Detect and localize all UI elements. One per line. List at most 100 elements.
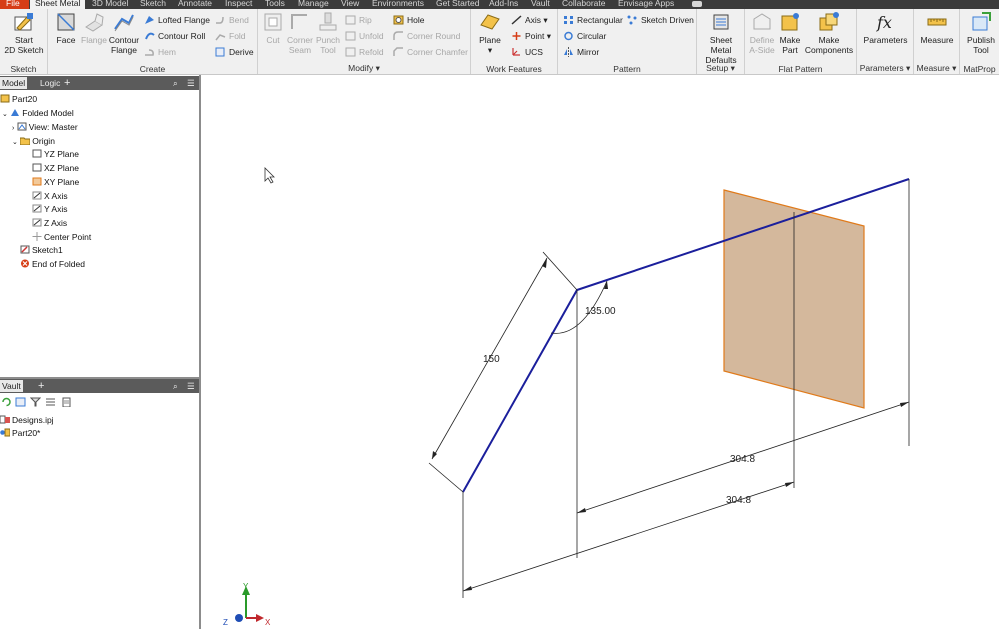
- tree-end-of-folded[interactable]: End of Folded: [20, 258, 85, 270]
- tree-view-master[interactable]: › View: Master: [12, 121, 78, 133]
- ucs-label: UCS: [525, 47, 543, 57]
- collapse-arrow-icon[interactable]: ⌄: [12, 139, 18, 146]
- filter-icon[interactable]: [30, 397, 41, 407]
- mirror-button[interactable]: Mirror: [563, 46, 599, 58]
- corner-seam-button[interactable]: Corner Seam: [285, 11, 315, 55]
- tab-model[interactable]: Model: [0, 77, 28, 89]
- list-view-icon[interactable]: [45, 397, 56, 407]
- face-button[interactable]: Face: [52, 11, 80, 45]
- tree-y-axis[interactable]: Y Axis: [32, 203, 67, 215]
- vault-item-part[interactable]: Part20*: [0, 427, 40, 439]
- tree-x-axis[interactable]: X Axis: [32, 190, 68, 202]
- refold-button[interactable]: Refold: [345, 46, 384, 58]
- video-toggle-icon[interactable]: [692, 1, 702, 7]
- expand-arrow-icon[interactable]: ›: [12, 125, 14, 132]
- add-tab-button[interactable]: +: [64, 77, 70, 89]
- corner-round-button[interactable]: Corner Round: [393, 30, 460, 42]
- vault-menu-icon[interactable]: ☰: [187, 380, 195, 392]
- publish-tool-button[interactable]: Publish Tool: [964, 11, 998, 55]
- tab-sketch[interactable]: Sketch: [140, 0, 166, 9]
- width-dimension-value-top[interactable]: 304.8: [730, 454, 755, 465]
- width-dimension-value-bottom[interactable]: 304.8: [726, 495, 751, 506]
- tab-tools[interactable]: Tools: [265, 0, 285, 9]
- point-button[interactable]: Point ▾: [511, 30, 551, 42]
- tab-annotate[interactable]: Annotate: [178, 0, 212, 9]
- panel-parameters: fx Parameters Parameters ▾: [857, 9, 914, 74]
- make-part-label-1: Make: [779, 35, 801, 45]
- rectangular-pattern-button[interactable]: Rectangular: [563, 14, 623, 26]
- flange-button[interactable]: Flange: [80, 11, 108, 45]
- panel-label-setup[interactable]: Setup ▾: [697, 63, 744, 74]
- collapse-arrow-icon[interactable]: ⌄: [2, 111, 8, 118]
- length-dimension-value[interactable]: 150: [483, 354, 500, 365]
- panel-label-measure[interactable]: Measure ▾: [914, 63, 959, 74]
- hem-button[interactable]: Hem: [144, 46, 176, 58]
- browser-menu-icon[interactable]: ☰: [187, 77, 195, 89]
- punch-tool-button[interactable]: Punch Tool: [315, 11, 341, 55]
- tab-manage[interactable]: Manage: [298, 0, 329, 9]
- clipboard-icon[interactable]: [61, 397, 72, 407]
- add-vault-tab-button[interactable]: +: [38, 380, 44, 392]
- contour-flange-button[interactable]: Contour Flange: [108, 11, 140, 55]
- tab-inspect[interactable]: Inspect: [225, 0, 252, 9]
- make-components-button[interactable]: Make Components: [803, 11, 855, 55]
- parameters-button[interactable]: fx Parameters: [859, 11, 912, 45]
- tab-3d-model[interactable]: 3D Model: [92, 0, 128, 9]
- corner-chamfer-button[interactable]: Corner Chamfer: [393, 46, 468, 58]
- tab-logic[interactable]: Logic: [40, 77, 60, 89]
- tree-part-root[interactable]: Part20: [0, 93, 37, 105]
- tree-folded-model[interactable]: ⌄ Folded Model: [2, 107, 74, 119]
- tab-environments[interactable]: Environments: [372, 0, 424, 9]
- bend-button[interactable]: Bend: [215, 14, 249, 26]
- fold-button[interactable]: Fold: [215, 30, 246, 42]
- refresh-icon[interactable]: [1, 397, 12, 407]
- rip-button[interactable]: Rip: [345, 14, 372, 26]
- tab-add-ins[interactable]: Add-Ins: [489, 0, 518, 9]
- tab-vault-browser[interactable]: Vault: [0, 380, 23, 392]
- cut-button[interactable]: Cut: [261, 11, 285, 45]
- graphics-window[interactable]: 150 135.00 304.8 304.8 Y X Z: [202, 76, 999, 629]
- measure-button[interactable]: Measure: [915, 11, 959, 45]
- unfold-icon: [345, 31, 356, 41]
- ucs-button[interactable]: UCS: [511, 46, 543, 58]
- unfold-button[interactable]: Unfold: [345, 30, 384, 42]
- tree-sketch1[interactable]: Sketch1: [20, 244, 63, 256]
- contour-roll-icon: [145, 32, 155, 40]
- axis-button[interactable]: Axis ▾: [511, 14, 548, 26]
- tab-view[interactable]: View: [341, 0, 359, 9]
- define-a-side-button[interactable]: Define A-Side: [747, 11, 777, 55]
- tab-get-started[interactable]: Get Started: [436, 0, 479, 9]
- tree-xz-plane[interactable]: XZ Plane: [32, 162, 79, 174]
- angle-dimension-value[interactable]: 135.00: [585, 306, 616, 317]
- view-cube-triad[interactable]: Y X Z: [223, 582, 271, 627]
- tree-yz-plane[interactable]: YZ Plane: [32, 148, 79, 160]
- browser-search-icon[interactable]: ⌕: [173, 77, 178, 89]
- vault-item-project[interactable]: Designs.ipj: [0, 414, 54, 426]
- sheet-metal-defaults-button[interactable]: Sheet Metal Defaults: [699, 11, 743, 65]
- tab-sheet-metal[interactable]: Sheet Metal: [30, 0, 86, 9]
- start-2d-sketch-button[interactable]: Start 2D Sketch: [3, 11, 45, 55]
- model-viewport[interactable]: 150 135.00 304.8 304.8 Y X Z: [202, 76, 999, 629]
- tab-file[interactable]: File: [0, 0, 29, 9]
- face-icon: [57, 13, 75, 31]
- tab-collaborate[interactable]: Collaborate: [562, 0, 605, 9]
- ribbon: Start 2D Sketch Sketch Face Flange Conto…: [0, 9, 999, 75]
- panel-label-parameters[interactable]: Parameters ▾: [857, 63, 913, 74]
- tree-xy-plane[interactable]: XY Plane: [32, 176, 79, 188]
- tree-center-point[interactable]: Center Point: [32, 231, 91, 243]
- tab-envisage-apps[interactable]: Envisage Apps: [618, 0, 674, 9]
- lofted-flange-button[interactable]: Lofted Flange: [144, 14, 210, 26]
- make-part-button[interactable]: Make Part: [777, 11, 803, 55]
- vault-search-icon[interactable]: ⌕: [173, 380, 178, 392]
- circular-pattern-button[interactable]: Circular: [563, 30, 606, 42]
- check-in-icon[interactable]: [15, 397, 26, 407]
- tree-origin[interactable]: ⌄ Origin: [12, 135, 55, 147]
- sketch-driven-pattern-button[interactable]: Sketch Driven: [627, 14, 694, 26]
- tab-vault[interactable]: Vault: [531, 0, 550, 9]
- tree-z-axis[interactable]: Z Axis: [32, 217, 67, 229]
- derive-button[interactable]: Derive: [215, 46, 254, 58]
- panel-label-modify[interactable]: Modify ▾: [258, 63, 470, 74]
- plane-button[interactable]: Plane ▾: [475, 11, 505, 55]
- contour-roll-button[interactable]: Contour Roll: [144, 30, 205, 42]
- hole-button[interactable]: Hole: [393, 14, 424, 26]
